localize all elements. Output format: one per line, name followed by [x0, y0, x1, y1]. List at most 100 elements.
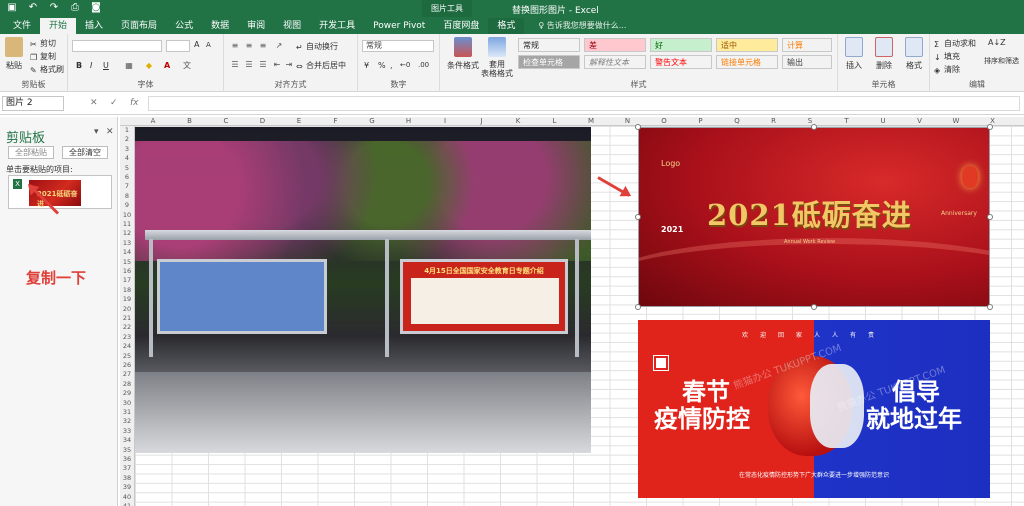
conditional-format-button[interactable]: 条件格式 [446, 37, 480, 71]
row-header[interactable]: 22 [120, 323, 134, 332]
tab-insert[interactable]: 插入 [76, 18, 112, 34]
row-header[interactable]: 9 [120, 201, 134, 210]
pane-options-icon[interactable]: ▾ [94, 127, 99, 137]
orientation-icon[interactable]: ↗ [274, 42, 284, 50]
bold-button[interactable]: B [76, 61, 82, 70]
row-header[interactable]: 31 [120, 408, 134, 417]
row-header[interactable]: 10 [120, 211, 134, 220]
row-header[interactable]: 40 [120, 493, 134, 502]
merge-center-button[interactable]: ⇔ 合并后居中 [296, 60, 346, 71]
row-header[interactable]: 13 [120, 239, 134, 248]
column-header[interactable]: L [537, 117, 573, 126]
column-header[interactable]: R [756, 117, 792, 126]
column-header[interactable]: J [464, 117, 500, 126]
currency-icon[interactable]: ¥ [364, 61, 369, 70]
row-header[interactable]: 3 [120, 145, 134, 154]
resize-handle-bl[interactable] [635, 304, 641, 310]
sort-filter-icon[interactable]: A↓Z [988, 38, 1006, 47]
enter-icon[interactable]: ✓ [110, 98, 118, 108]
column-header[interactable]: B [172, 117, 208, 126]
indent-increase-icon[interactable]: ⇥ [284, 61, 294, 69]
tab-format[interactable]: 格式 [488, 18, 525, 34]
copy-button[interactable]: ❐ 复制 [30, 51, 56, 62]
row-header[interactable]: 18 [120, 286, 134, 295]
row-header[interactable]: 28 [120, 380, 134, 389]
row-header[interactable]: 2 [120, 135, 134, 144]
row-header[interactable]: 24 [120, 342, 134, 351]
resize-handle-b[interactable] [811, 304, 817, 310]
align-left-icon[interactable]: ☰ [230, 61, 240, 69]
border-icon[interactable]: ▦ [124, 62, 134, 70]
row-header[interactable]: 33 [120, 427, 134, 436]
tell-me-search[interactable]: ♀ 告诉我您想要做什么... [524, 18, 626, 34]
row-header[interactable]: 34 [120, 436, 134, 445]
style-output[interactable]: 输出 [782, 55, 832, 69]
clear-all-button[interactable]: 全部清空 [62, 146, 108, 159]
fill-color-icon[interactable]: ◆ [144, 62, 154, 70]
row-header[interactable]: 29 [120, 389, 134, 398]
formula-input[interactable] [148, 96, 1020, 111]
percent-button[interactable]: % [378, 61, 386, 70]
style-normal[interactable]: 常规 [518, 38, 580, 52]
bus-stop-picture[interactable]: 4月15日全国国家安全教育日专题介绍 [135, 127, 591, 453]
column-header[interactable]: P [683, 117, 719, 126]
format-painter-button[interactable]: ✎ 格式刷 [30, 64, 64, 75]
clipboard-item[interactable]: X 2021砥砺奋进 [8, 175, 112, 209]
column-header[interactable]: H [391, 117, 427, 126]
insert-cells-button[interactable]: 插入 [842, 37, 866, 71]
row-header[interactable]: 12 [120, 229, 134, 238]
increase-decimal-button[interactable]: ←0 [400, 61, 410, 69]
resize-handle-tl[interactable] [635, 124, 641, 130]
row-header[interactable]: 32 [120, 417, 134, 426]
row-header[interactable]: 7 [120, 182, 134, 191]
row-header[interactable]: 5 [120, 164, 134, 173]
row-header[interactable]: 25 [120, 352, 134, 361]
row-header[interactable]: 27 [120, 370, 134, 379]
style-bad[interactable]: 差 [584, 38, 646, 52]
tab-review[interactable]: 审阅 [238, 18, 274, 34]
align-middle-icon[interactable]: ≡ [244, 42, 254, 50]
underline-button[interactable]: U [103, 61, 109, 70]
column-header[interactable]: S [792, 117, 828, 126]
fill-button[interactable]: ↓ 填充 [934, 51, 960, 62]
style-calculation[interactable]: 计算 [782, 38, 832, 52]
column-header[interactable]: F [318, 117, 354, 126]
tab-developer[interactable]: 开发工具 [310, 18, 364, 34]
row-header[interactable]: 21 [120, 314, 134, 323]
column-header[interactable]: D [245, 117, 281, 126]
style-warning[interactable]: 警告文本 [650, 55, 712, 69]
align-top-icon[interactable]: ≡ [230, 42, 240, 50]
row-header[interactable]: 16 [120, 267, 134, 276]
format-as-table-button[interactable]: 套用 表格格式 [480, 37, 514, 78]
row-header[interactable]: 30 [120, 399, 134, 408]
delete-cells-button[interactable]: 删除 [872, 37, 896, 71]
column-header[interactable]: W [938, 117, 974, 126]
screenshot-icon[interactable]: ◙ [90, 2, 102, 13]
font-name-combo[interactable] [72, 40, 162, 52]
tab-home[interactable]: 开始 [40, 18, 77, 34]
style-good[interactable]: 好 [650, 38, 712, 52]
cut-button[interactable]: ✂ 剪切 [30, 38, 56, 49]
row-header[interactable]: 19 [120, 295, 134, 304]
align-bottom-icon[interactable]: ≡ [258, 42, 268, 50]
row-header[interactable]: 17 [120, 276, 134, 285]
save-icon[interactable]: ▣ [6, 2, 18, 13]
paste-button[interactable]: 粘贴 [2, 37, 26, 71]
tab-formulas[interactable]: 公式 [166, 18, 202, 34]
align-center-icon[interactable]: ☰ [244, 61, 254, 69]
number-format-combo[interactable]: 常规 [362, 40, 434, 52]
style-explanatory[interactable]: 解释性文本 [584, 55, 646, 69]
style-linked-cell[interactable]: 链接单元格 [716, 55, 778, 69]
row-header[interactable]: 11 [120, 220, 134, 229]
row-header[interactable]: 20 [120, 305, 134, 314]
row-header[interactable]: 38 [120, 474, 134, 483]
resize-handle-tr[interactable] [987, 124, 993, 130]
column-header[interactable]: C [208, 117, 244, 126]
row-header[interactable]: 37 [120, 464, 134, 473]
style-check-cell[interactable]: 检查单元格 [518, 55, 580, 69]
insert-function-button[interactable]: fx [130, 98, 139, 108]
row-header[interactable]: 1 [120, 126, 134, 135]
sort-filter-button[interactable]: 排序和筛选 [984, 56, 1019, 66]
font-size-combo[interactable] [166, 40, 190, 52]
cancel-icon[interactable]: ✕ [90, 98, 98, 108]
